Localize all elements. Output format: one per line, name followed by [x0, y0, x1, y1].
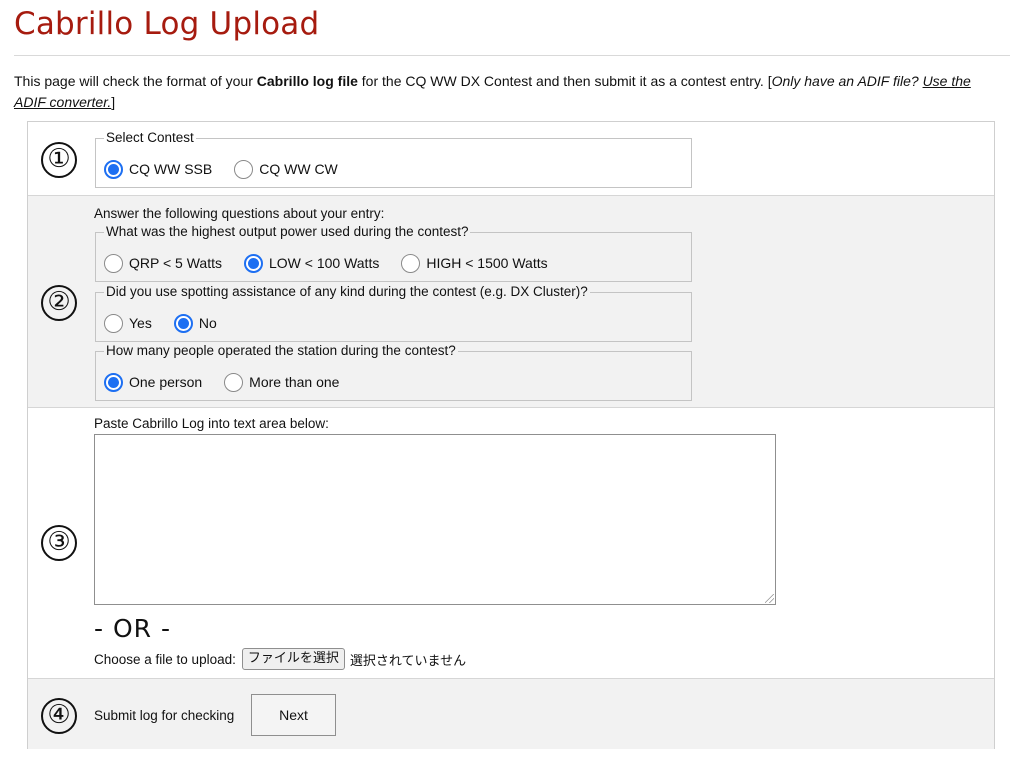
- contest-cw-radio[interactable]: [234, 159, 254, 179]
- power-high-radio[interactable]: [401, 253, 421, 273]
- intro-text-middle: for the CQ WW DX Contest and then submit…: [357, 73, 772, 89]
- intro-text: This page will check the format of your …: [14, 71, 1006, 113]
- page-title: Cabrillo Log Upload: [14, 6, 320, 42]
- operators-legend: How many people operated the station dur…: [104, 343, 458, 359]
- contest-ssb-label[interactable]: CQ WW SSB: [129, 161, 212, 177]
- power-legend: What was the highest output power used d…: [104, 224, 471, 240]
- assist-options: Yes No: [104, 311, 239, 335]
- assist-fieldset: Did you use spotting assistance of any k…: [95, 284, 692, 342]
- step-log-input: ③ Paste Cabrillo Log into text area belo…: [28, 408, 994, 679]
- step-4-number: ④: [41, 698, 77, 734]
- title-divider: [14, 55, 1010, 56]
- power-options: QRP < 5 Watts LOW < 100 Watts HIGH < 150…: [104, 251, 570, 275]
- submit-label: Submit log for checking: [94, 708, 235, 723]
- power-fieldset: What was the highest output power used d…: [95, 224, 692, 282]
- file-upload-label: Choose a file to upload:: [94, 651, 236, 667]
- textarea-resize-handle[interactable]: [765, 594, 774, 603]
- contest-ssb-radio[interactable]: [104, 159, 123, 179]
- next-button[interactable]: Next: [251, 694, 336, 736]
- assist-no-label[interactable]: No: [199, 315, 217, 331]
- step-submit: ④ Submit log for checking Next: [28, 679, 994, 749]
- choose-file-button[interactable]: ファイルを選択: [241, 648, 345, 670]
- operators-one-radio[interactable]: [104, 372, 123, 392]
- operators-many-radio[interactable]: [224, 372, 244, 392]
- intro-closing-bracket: ]: [111, 94, 116, 110]
- paste-log-label: Paste Cabrillo Log into text area below:: [94, 416, 329, 431]
- assist-no-radio[interactable]: [173, 313, 193, 333]
- power-high-label[interactable]: HIGH < 1500 Watts: [426, 255, 547, 271]
- power-qrp-radio[interactable]: [104, 253, 123, 273]
- or-separator: - OR -: [94, 614, 171, 643]
- step-1-number: ①: [41, 142, 77, 178]
- contest-options: CQ WW SSB CQ WW CW: [104, 157, 360, 181]
- power-qrp-label[interactable]: QRP < 5 Watts: [129, 255, 222, 271]
- file-status-text: 選択されていません: [349, 653, 467, 669]
- contest-legend: Select Contest: [104, 130, 196, 146]
- step-entry-questions: ② Answer the following questions about y…: [28, 196, 994, 408]
- file-upload-row: Choose a file to upload: ファイルを選択 選択されていま…: [94, 648, 466, 670]
- step-2-number: ②: [41, 285, 77, 321]
- contest-fieldset: Select Contest CQ WW SSB CQ WW CW: [95, 130, 692, 188]
- assist-legend: Did you use spotting assistance of any k…: [104, 284, 590, 300]
- cabrillo-log-textarea[interactable]: [94, 434, 776, 605]
- intro-bold-text: Cabrillo log file: [256, 73, 358, 89]
- contest-cw-label[interactable]: CQ WW CW: [259, 161, 338, 177]
- operators-fieldset: How many people operated the station dur…: [95, 343, 692, 401]
- questions-heading: Answer the following questions about you…: [94, 206, 385, 221]
- power-low-label[interactable]: LOW < 100 Watts: [269, 255, 379, 271]
- power-low-radio[interactable]: [243, 253, 263, 273]
- intro-adif-question: Only have an ADIF file?: [771, 73, 923, 89]
- operators-many-label[interactable]: More than one: [249, 374, 339, 390]
- step-select-contest: ① Select Contest CQ WW SSB CQ WW CW: [28, 122, 994, 196]
- intro-text-start: This page will check the format of your: [14, 73, 257, 89]
- assist-yes-label[interactable]: Yes: [129, 315, 152, 331]
- operators-options: One person More than one: [104, 370, 361, 394]
- assist-yes-radio[interactable]: [104, 313, 123, 333]
- upload-form: ① Select Contest CQ WW SSB CQ WW CW ② An…: [27, 121, 995, 749]
- step-3-number: ③: [41, 525, 77, 561]
- operators-one-label[interactable]: One person: [129, 374, 202, 390]
